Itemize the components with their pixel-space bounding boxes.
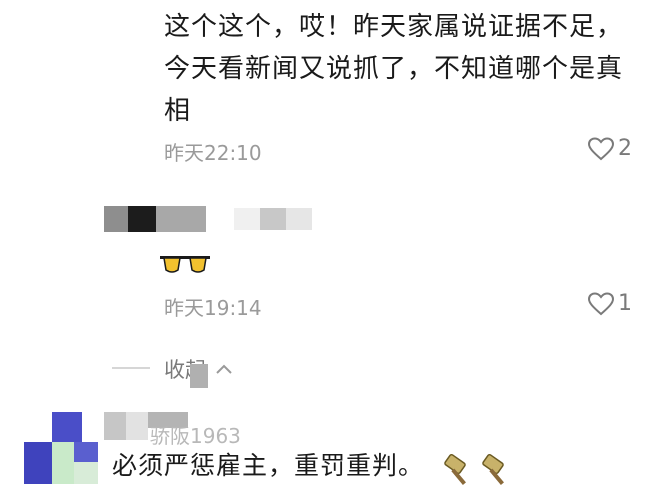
avatar[interactable] — [24, 412, 98, 484]
like-button[interactable]: 1 — [588, 291, 632, 316]
heart-outline-icon — [588, 291, 614, 315]
blurred-name-block — [156, 206, 206, 232]
blurred-name-block — [260, 208, 286, 230]
like-count: 1 — [618, 291, 632, 316]
comment-text: 这个这个，哎！昨天家属说证据不足， 今天看新闻又说抓了，不知道哪个是真 相 — [164, 6, 644, 132]
sunglasses-emoji-icon — [160, 254, 210, 276]
comment-timestamp: 昨天22:10 — [164, 141, 262, 165]
comment-line: 相 — [164, 96, 192, 126]
blurred-name-block — [286, 208, 312, 230]
hammer-emoji-icon — [478, 452, 518, 486]
collapse-divider — [112, 367, 150, 369]
comment-line: 这个这个，哎！昨天家属说证据不足， — [164, 12, 624, 42]
blurred-name-block — [104, 206, 128, 232]
blurred-name-block — [104, 412, 126, 440]
reply-text: 必须严惩雇主，重罚重判。 — [112, 451, 425, 480]
reply-username[interactable]: 骄阪1963 — [150, 420, 241, 449]
comment-timestamp: 昨天19:14 — [164, 296, 262, 320]
like-count: 2 — [618, 136, 632, 161]
blurred-block — [190, 364, 208, 388]
like-button[interactable]: 2 — [588, 136, 632, 161]
blurred-name-block — [128, 206, 156, 232]
blurred-name-block — [234, 208, 260, 230]
blurred-name-block — [126, 412, 148, 440]
hammer-emoji-icon — [440, 452, 480, 486]
chevron-up-icon — [216, 364, 232, 374]
comment-line: 今天看新闻又说抓了，不知道哪个是真 — [164, 54, 624, 84]
heart-outline-icon — [588, 136, 614, 160]
